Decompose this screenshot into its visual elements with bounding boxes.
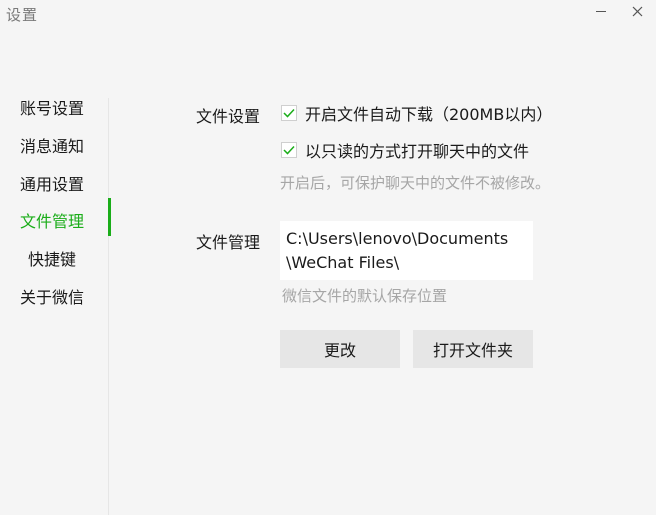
sidebar-divider: [108, 98, 109, 515]
read-only-checkbox-row[interactable]: 以只读的方式打开聊天中的文件: [281, 138, 529, 162]
open-folder-button[interactable]: 打开文件夹: [413, 330, 533, 368]
sidebar-item-label: 通用设置: [20, 175, 85, 194]
sidebar-item-about[interactable]: 关于微信: [0, 276, 108, 310]
sidebar-item-file-management[interactable]: 文件管理: [0, 200, 108, 234]
change-button[interactable]: 更改: [280, 330, 400, 368]
auto-download-checkbox-row[interactable]: 开启文件自动下载（200MB以内）: [281, 101, 552, 125]
minimize-icon: [596, 10, 606, 12]
read-only-checkbox[interactable]: [281, 142, 297, 158]
sidebar-item-label: 消息通知: [20, 137, 85, 156]
window-title: 设置: [6, 6, 39, 24]
file-management-label: 文件管理: [196, 233, 261, 252]
sidebar-item-shortcuts[interactable]: 快捷键: [0, 238, 108, 272]
sidebar-item-account[interactable]: 账号设置: [0, 87, 108, 121]
file-settings-label: 文件设置: [196, 107, 261, 126]
sidebar-item-label: 关于微信: [20, 288, 85, 307]
read-only-label: 以只读的方式打开聊天中的文件: [305, 142, 530, 161]
sidebar-item-label: 快捷键: [28, 250, 77, 269]
sidebar-item-label: 账号设置: [20, 99, 85, 118]
close-button[interactable]: [622, 0, 652, 22]
check-icon: [283, 145, 295, 155]
sidebar-item-label: 文件管理: [20, 212, 85, 231]
auto-download-checkbox[interactable]: [281, 105, 297, 121]
sidebar-item-notifications[interactable]: 消息通知: [0, 125, 108, 159]
save-path-hint: 微信文件的默认保存位置: [282, 287, 448, 305]
minimize-button[interactable]: [586, 0, 616, 22]
settings-window: 设置 账号设置 消息通知 通用设置 文件管理 快捷键 关于微信 文件设置 开启文…: [0, 0, 656, 515]
check-icon: [283, 108, 295, 118]
close-icon: [632, 6, 642, 16]
active-indicator: [108, 198, 111, 236]
file-settings-hint: 开启后，可保护聊天中的文件不被修改。: [280, 174, 551, 192]
sidebar-item-general[interactable]: 通用设置: [0, 163, 108, 197]
auto-download-label: 开启文件自动下载（200MB以内）: [305, 105, 553, 124]
save-path-field: C:\Users\lenovo\Documents\WeChat Files\: [280, 221, 533, 280]
title-bar: 设置: [0, 0, 656, 36]
